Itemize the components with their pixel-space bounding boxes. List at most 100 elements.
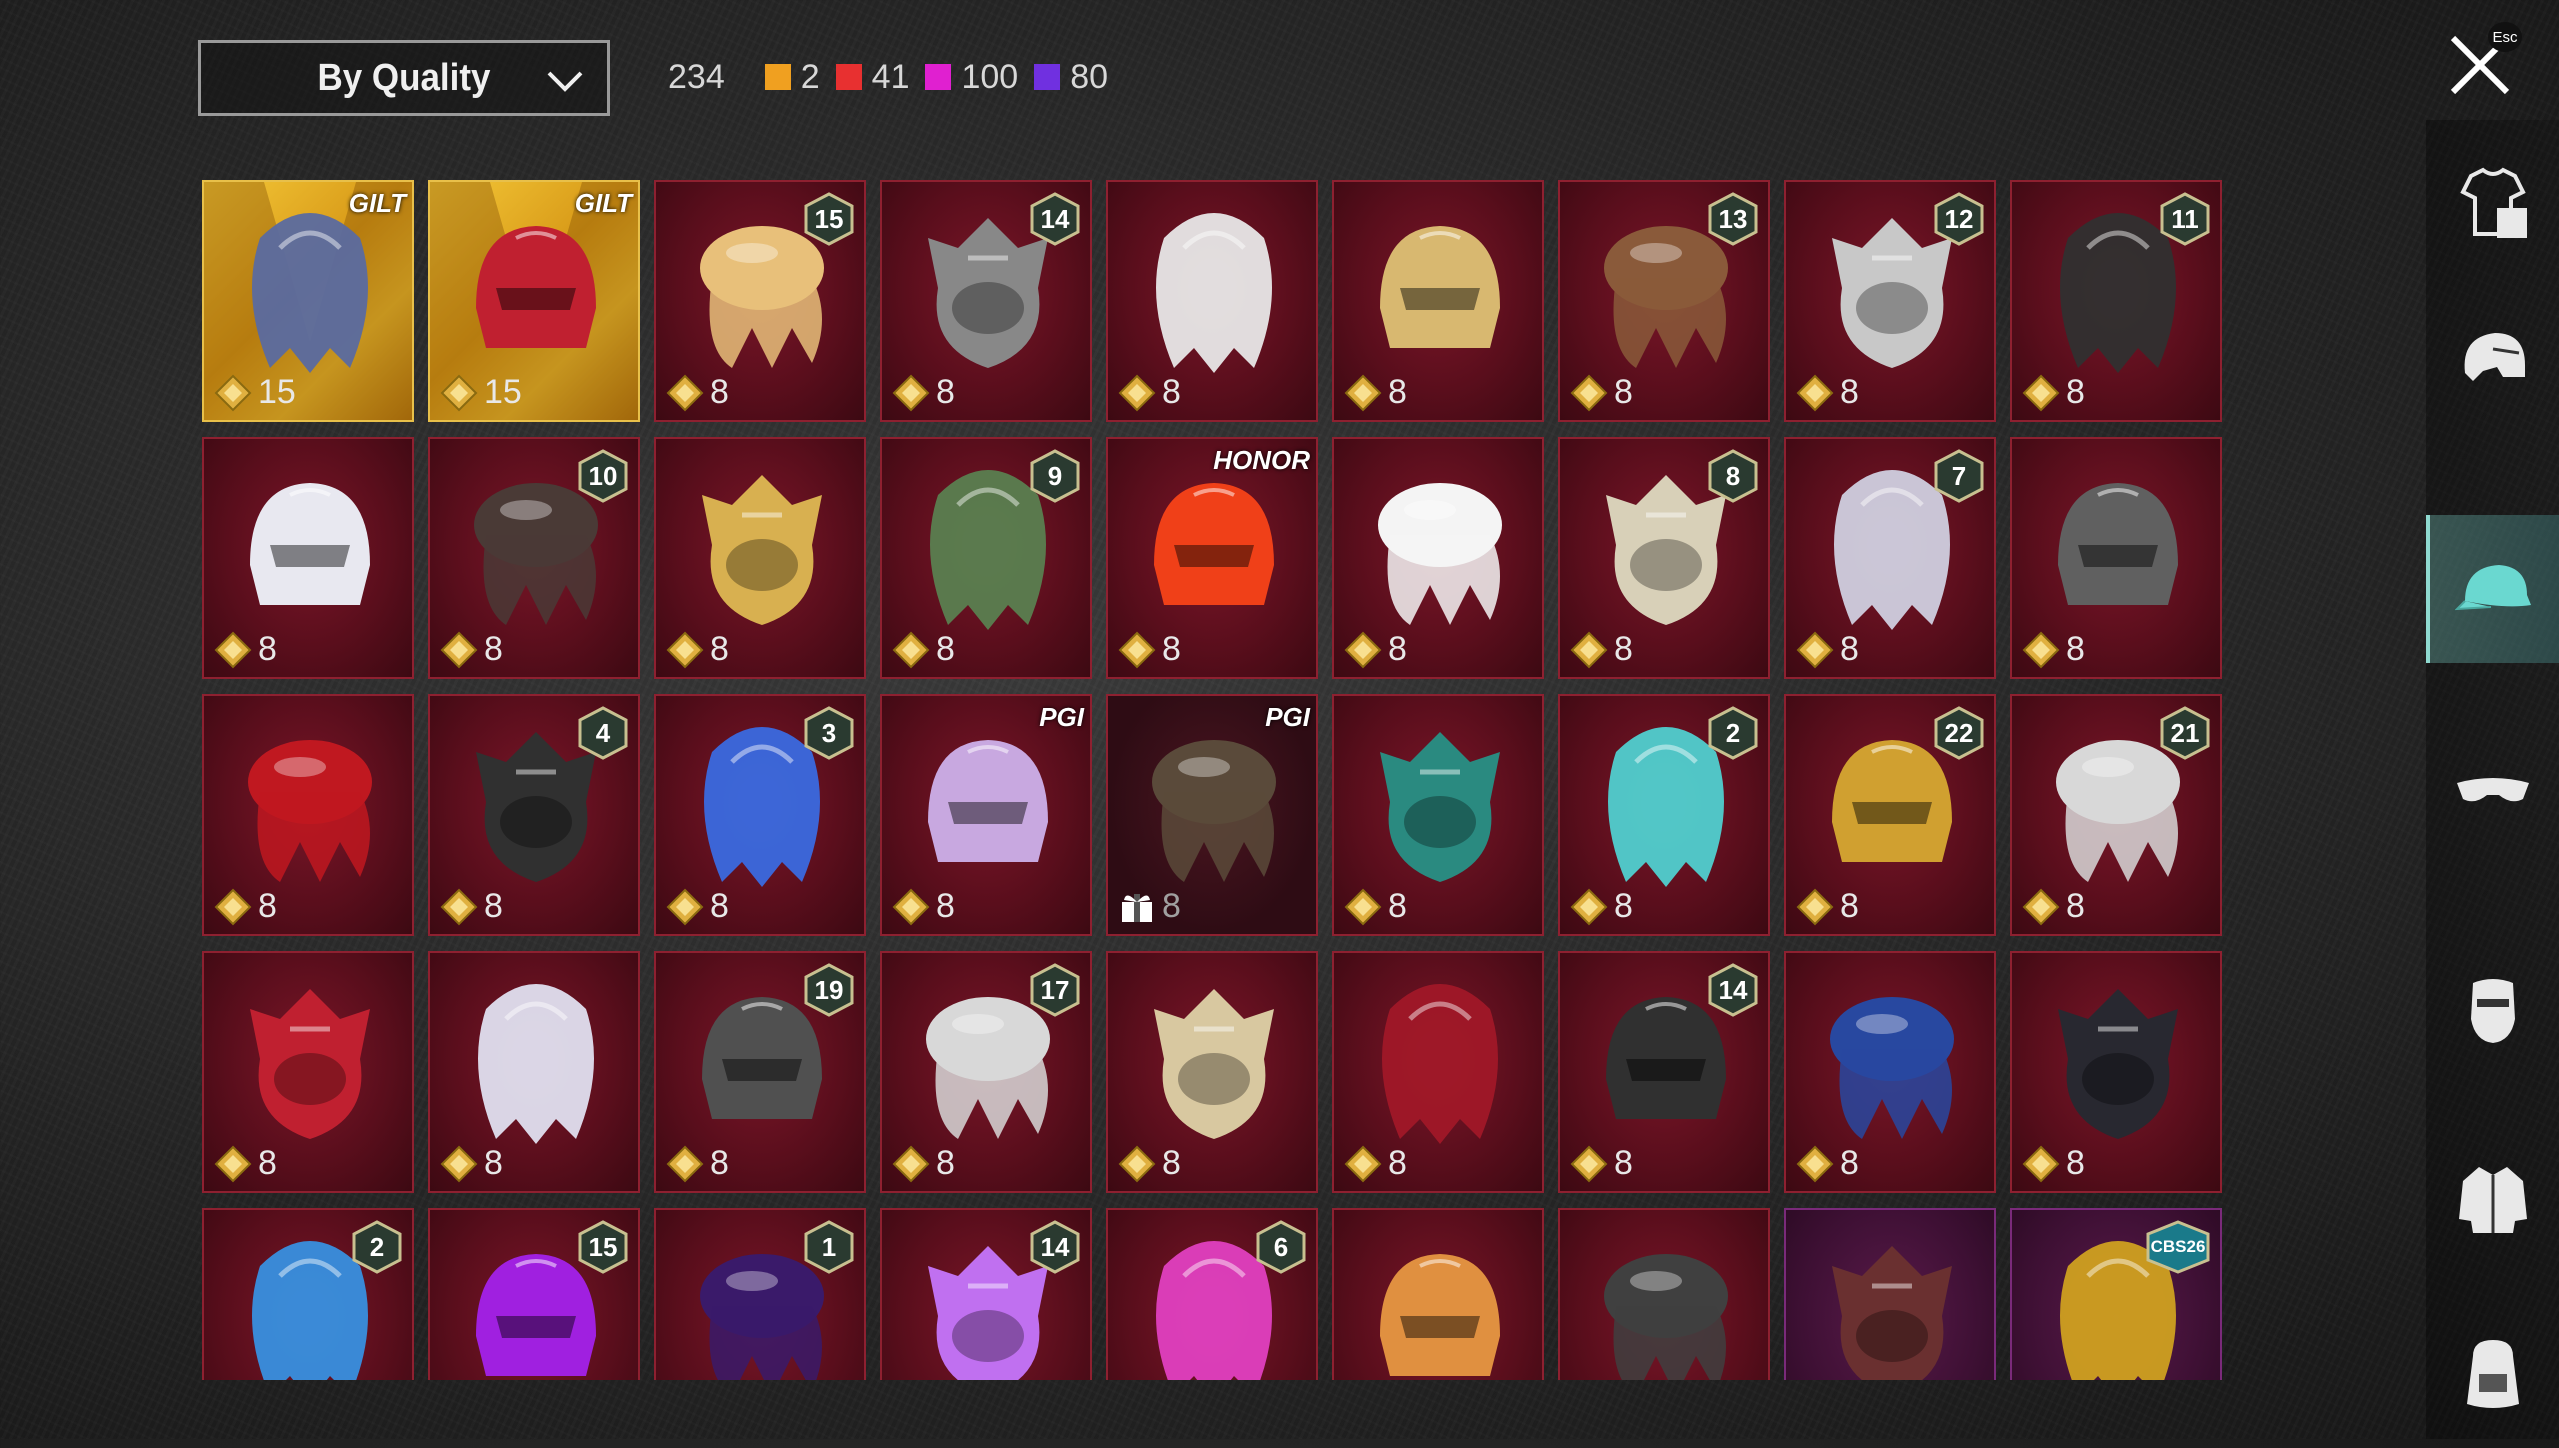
item-tile[interactable]: 2 (202, 1208, 414, 1380)
item-cost: 8 (1570, 630, 1633, 669)
level-badge-value: 2 (369, 1231, 385, 1262)
sidebar-category-backpack[interactable] (2426, 1300, 2559, 1448)
item-cost-value: 8 (1614, 887, 1633, 925)
quality-filter-dropdown[interactable]: By Quality (198, 40, 610, 116)
item-tile[interactable]: 8 (1332, 951, 1544, 1193)
item-tile[interactable]: 14 8 (880, 180, 1092, 422)
item-cost-value: 8 (2066, 630, 2085, 668)
sidebar-category-jacket[interactable] (2426, 1125, 2559, 1273)
item-tile[interactable]: 28 (1558, 694, 1770, 936)
item-tile[interactable]: HONOR 8 (1106, 437, 1318, 679)
item-series-tag: PGI (1039, 702, 1084, 732)
sidebar-category-mask[interactable] (2426, 935, 2559, 1083)
cap-icon (2454, 565, 2531, 611)
quality-swatch (835, 64, 862, 90)
level-badge: 2 (1708, 706, 1758, 760)
item-cost: 8 (440, 630, 503, 669)
gift-icon (1122, 893, 1152, 922)
item-tile[interactable] (1558, 1208, 1770, 1380)
item-tile[interactable]: 8 (202, 951, 414, 1193)
item-cost-value: 15 (258, 373, 296, 411)
item-tile[interactable]: 8 (2010, 951, 2222, 1193)
item-tile[interactable]: GILT 15 (428, 180, 640, 422)
item-tile[interactable]: 14 8 (1558, 951, 1770, 1193)
coin-icon (214, 631, 252, 668)
level-badge: 9 (1030, 449, 1080, 503)
item-tile[interactable]: 8 (1332, 180, 1544, 422)
level-badge: 13 (1708, 192, 1758, 246)
level-badge-value: 2 (1725, 717, 1741, 748)
sidebar-category-outfit[interactable] (2426, 130, 2559, 278)
item-cost: 8 (2022, 373, 2085, 412)
item-tile[interactable]: 8 (654, 437, 866, 679)
item-cost: 8 (1118, 887, 1181, 926)
sidebar-category-cap[interactable] (2426, 515, 2559, 663)
item-cost-value: 8 (1840, 630, 1859, 668)
item-tile[interactable]: 17 8 (880, 951, 1092, 1193)
sidebar-category-glasses[interactable] (2426, 715, 2559, 863)
quality-swatch (764, 64, 791, 90)
item-cost: 8 (892, 630, 955, 669)
item-tile[interactable]: 13 8 (1558, 180, 1770, 422)
item-tile[interactable]: 10 8 (428, 437, 640, 679)
level-badge-value: CBS26 (2150, 1237, 2206, 1256)
item-tile[interactable]: 8 (2010, 437, 2222, 679)
item-tile[interactable]: 88 (1558, 437, 1770, 679)
item-tile[interactable]: 8 (1332, 694, 1544, 936)
blonde-horned-hair-icon (1380, 226, 1500, 348)
item-tile[interactable]: 15 (428, 1208, 640, 1380)
item-tile[interactable]: 8 (1106, 180, 1318, 422)
item-cost: 8 (666, 630, 729, 669)
sidebar-category-helmet[interactable] (2426, 285, 2559, 433)
item-tile[interactable]: 22 8 (1784, 694, 1996, 936)
item-tile[interactable]: PGI 8 (880, 694, 1092, 936)
item-tile[interactable]: 38 (654, 694, 866, 936)
crimson-cyber-helmet-icon (1382, 984, 1498, 1144)
item-tile[interactable]: 8 (202, 694, 414, 936)
item-tile[interactable]: 12 8 (1784, 180, 1996, 422)
item-tile[interactable]: 21 8 (2010, 694, 2222, 936)
item-tile[interactable]: 8 (428, 951, 640, 1193)
coin-icon (1570, 374, 1608, 411)
item-tile[interactable]: 11 8 (2010, 180, 2222, 422)
coin-icon (1344, 1145, 1382, 1182)
item-tile[interactable] (1784, 1208, 1996, 1380)
coin-icon (1570, 1145, 1608, 1182)
level-badge: 2 (352, 1220, 402, 1274)
item-tile[interactable]: 8 (1106, 951, 1318, 1193)
item-tile[interactable]: 6 (1106, 1208, 1318, 1380)
coin-icon (214, 1145, 252, 1182)
coin-icon (1344, 631, 1382, 668)
quality-swatch (925, 64, 952, 90)
level-badge-value: 14 (1718, 974, 1748, 1005)
level-badge: 1 (804, 1220, 854, 1274)
item-cost: 8 (1344, 887, 1407, 926)
item-tile[interactable]: 15 8 (654, 180, 866, 422)
item-tile[interactable]: 14 (880, 1208, 1092, 1380)
item-tile[interactable]: 8 (202, 437, 414, 679)
shiba-mask-icon (1380, 1254, 1500, 1376)
level-badge-value: 15 (814, 203, 844, 234)
coin-icon (1796, 888, 1834, 925)
item-tile[interactable]: 19 8 (654, 951, 866, 1193)
level-badge-value: 21 (2170, 717, 2200, 748)
coin-icon (2022, 1145, 2060, 1182)
coin-icon (1118, 374, 1156, 411)
item-tile[interactable]: 8 (1784, 951, 1996, 1193)
item-tile[interactable]: 98 (880, 437, 1092, 679)
item-cost: 8 (892, 373, 955, 412)
coin-icon (440, 888, 478, 925)
item-tile[interactable] (1332, 1208, 1544, 1380)
item-tile[interactable]: PGI 8 (1106, 694, 1318, 936)
item-tile[interactable]: CBS26 (2010, 1208, 2222, 1380)
coin-icon (666, 631, 704, 668)
white-horned-hair-icon (1156, 213, 1272, 373)
item-cost-value: 8 (484, 630, 503, 668)
item-tile[interactable]: 8 (1332, 437, 1544, 679)
item-tile[interactable]: 1 (654, 1208, 866, 1380)
coin-icon (1118, 631, 1156, 668)
item-tile[interactable]: GILT 15 (202, 180, 414, 422)
item-tile[interactable]: 78 (1784, 437, 1996, 679)
item-tile[interactable]: 48 (428, 694, 640, 936)
coin-icon (892, 888, 930, 925)
